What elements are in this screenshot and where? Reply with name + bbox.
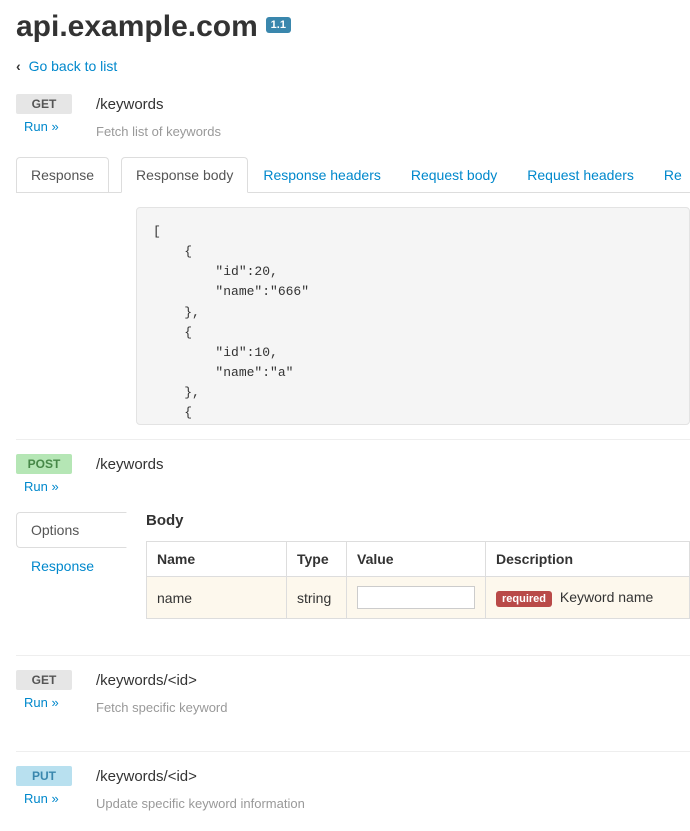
endpoint-description: Update specific keyword information xyxy=(96,796,305,811)
method-badge-get: GET xyxy=(16,670,72,690)
param-description-cell: required Keyword name xyxy=(486,577,690,619)
table-row: name string required Keyword name xyxy=(147,577,690,619)
method-badge-put: PUT xyxy=(16,766,72,786)
endpoint-description: Fetch specific keyword xyxy=(96,700,228,715)
run-button[interactable]: Run » xyxy=(16,695,59,710)
endpoint-path: /keywords/<id> xyxy=(96,670,690,689)
divider xyxy=(16,751,690,752)
back-link-text[interactable]: Go back to list xyxy=(29,58,118,74)
param-name: name xyxy=(147,577,287,619)
col-header-type: Type xyxy=(287,542,347,577)
tab-response-headers[interactable]: Response headers xyxy=(248,157,396,193)
version-badge: 1.1 xyxy=(266,17,291,33)
param-value-cell xyxy=(347,577,486,619)
param-type: string xyxy=(287,577,347,619)
param-value-input[interactable] xyxy=(357,586,475,609)
side-tab-response[interactable]: Response xyxy=(16,548,127,584)
required-badge: required xyxy=(496,591,552,607)
endpoint-path: /keywords/<id> xyxy=(96,766,690,785)
run-button[interactable]: Run » xyxy=(16,791,59,806)
col-header-name: Name xyxy=(147,542,287,577)
tab-request-headers[interactable]: Request headers xyxy=(512,157,649,193)
divider xyxy=(16,439,690,440)
tab-request-body[interactable]: Request body xyxy=(396,157,512,193)
run-button[interactable]: Run » xyxy=(16,119,59,134)
endpoint-description: Fetch list of keywords xyxy=(96,124,221,139)
chevron-left-icon: ‹ xyxy=(16,58,21,74)
tab-response[interactable]: Response xyxy=(16,157,109,193)
method-badge-get: GET xyxy=(16,94,72,114)
response-tabs: Response Response body Response headers … xyxy=(16,157,690,193)
col-header-value: Value xyxy=(347,542,486,577)
col-header-description: Description xyxy=(486,542,690,577)
back-link[interactable]: ‹ Go back to list xyxy=(16,58,690,74)
tab-response-body[interactable]: Response body xyxy=(121,157,248,193)
tab-request-extra[interactable]: Re xyxy=(649,157,690,193)
param-description: Keyword name xyxy=(560,589,653,605)
endpoint-path: /keywords xyxy=(96,454,690,473)
side-tab-options[interactable]: Options xyxy=(16,512,127,548)
page-title: api.example.com xyxy=(16,10,258,44)
body-section-title: Body xyxy=(146,512,690,529)
endpoint-path: /keywords xyxy=(96,94,690,113)
body-params-table: Name Type Value Description name string xyxy=(146,541,690,619)
run-button[interactable]: Run » xyxy=(16,479,59,494)
divider xyxy=(16,655,690,656)
method-badge-post: POST xyxy=(16,454,72,474)
response-body-code: [ { "id":20, "name":"666" }, { "id":10, … xyxy=(136,207,690,425)
options-side-tabs: Options Response xyxy=(16,512,126,584)
